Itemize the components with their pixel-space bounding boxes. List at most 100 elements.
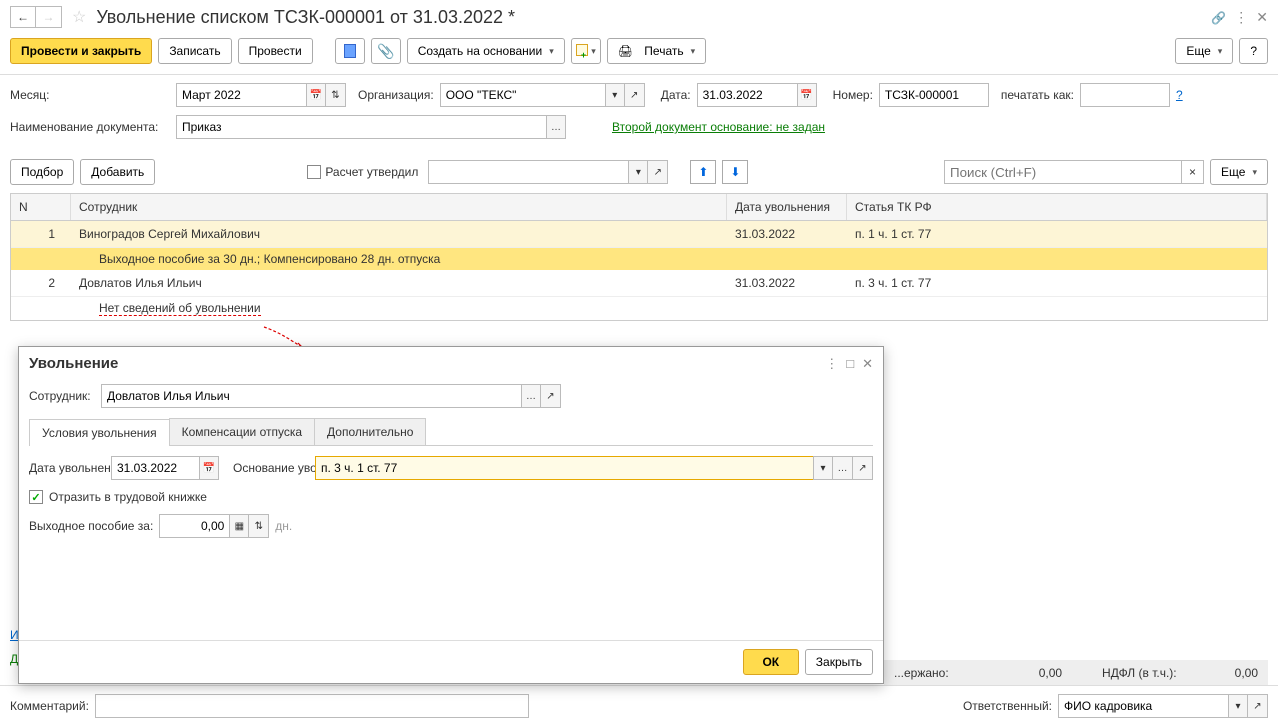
dialog-ok-button[interactable]: ОК	[743, 649, 799, 675]
favorite-star-icon[interactable]: ☆	[72, 7, 86, 27]
doc-name-input[interactable]	[176, 115, 546, 139]
search-clear-icon[interactable]: ×	[1182, 160, 1204, 184]
nav-forward-button[interactable]: →	[36, 6, 62, 28]
help-button[interactable]: ?	[1239, 38, 1268, 64]
month-stepper[interactable]: ⇅	[326, 83, 346, 107]
approver-open-icon[interactable]: ↗	[648, 160, 668, 184]
dialog-footer: ОК Закрыть	[19, 640, 883, 683]
print-button[interactable]: Печать	[607, 38, 706, 64]
dialog-tabs: Условия увольнения Компенсации отпуска Д…	[29, 418, 873, 446]
org-dropdown-icon[interactable]: ▾	[605, 83, 625, 107]
doc-name-picker-icon[interactable]: …	[546, 115, 566, 139]
dialog-close-button[interactable]: Закрыть	[805, 649, 873, 675]
tab-compensations[interactable]: Компенсации отпуска	[169, 418, 315, 445]
select-button[interactable]: Подбор	[10, 159, 74, 185]
save-button[interactable]: Записать	[158, 38, 231, 64]
withheld-label: ...ержано:	[894, 666, 949, 680]
dialog-date-label: Дата увольнения:	[29, 461, 105, 475]
comment-label: Комментарий:	[10, 699, 89, 713]
dialog-close-icon[interactable]: ✕	[862, 356, 873, 372]
calc-approved-checkbox[interactable]	[307, 165, 321, 179]
dialog-basis-picker-icon[interactable]: …	[833, 456, 853, 480]
header-form: Месяц: ⇅ Организация: ▾ ↗ Дата: Номер: п…	[0, 75, 1278, 155]
cell-n: 1	[11, 221, 71, 247]
ndfl-label: НДФЛ (в т.ч.):	[1102, 666, 1177, 680]
add-button[interactable]: Добавить	[80, 159, 155, 185]
cell-employee: Довлатов Илья Ильич	[71, 270, 727, 296]
dialog-emp-input[interactable]	[101, 384, 521, 408]
close-window-icon[interactable]: ✕	[1256, 9, 1268, 26]
month-input[interactable]	[176, 83, 306, 107]
org-label: Организация:	[358, 88, 434, 102]
more-button[interactable]: Еще	[1175, 38, 1233, 64]
cell-employee: Виноградов Сергей Михайлович	[71, 221, 727, 247]
responsible-input[interactable]	[1058, 694, 1228, 718]
kebab-menu-icon[interactable]: ⋮	[1234, 9, 1248, 26]
ndfl-value: 0,00	[1235, 666, 1258, 680]
cell-n: 2	[11, 270, 71, 296]
col-employee[interactable]: Сотрудник	[71, 194, 727, 220]
attachment-icon-button[interactable]: 📎	[371, 38, 401, 64]
second-basis-link[interactable]: Второй документ основание: не задан	[612, 120, 825, 134]
print-as-label: печатать как:	[1001, 88, 1074, 102]
org-input[interactable]	[440, 83, 605, 107]
print-as-input[interactable]	[1080, 83, 1170, 107]
severance-label: Выходное пособие за:	[29, 519, 153, 533]
search-input[interactable]	[944, 160, 1182, 184]
doc-name-label: Наименование документа:	[10, 120, 170, 134]
link-icon[interactable]	[1211, 9, 1226, 25]
table-row[interactable]: 1 Виноградов Сергей Михайлович 31.03.202…	[11, 221, 1267, 248]
nav-back-button[interactable]: ←	[10, 6, 36, 28]
dialog-emp-picker-icon[interactable]: …	[521, 384, 541, 408]
date-calendar-icon[interactable]	[797, 83, 817, 107]
number-label: Номер:	[833, 88, 873, 102]
col-article[interactable]: Статья ТК РФ	[847, 194, 1267, 220]
move-down-button[interactable]: ⬇	[722, 160, 748, 184]
table-row-detail[interactable]: Нет сведений об увольнении	[11, 297, 1267, 320]
approver-dropdown-icon[interactable]: ▾	[628, 160, 648, 184]
comment-input[interactable]	[95, 694, 529, 718]
tab-conditions[interactable]: Условия увольнения	[29, 419, 170, 446]
col-n[interactable]: N	[11, 194, 71, 220]
date-input[interactable]	[697, 83, 797, 107]
create-on-basis-button[interactable]: Создать на основании	[407, 38, 565, 64]
dialog-date-input[interactable]	[111, 456, 199, 480]
document-icon-button[interactable]	[335, 38, 365, 64]
dialog-basis-label: Основание увольнения:	[233, 461, 309, 475]
responsible-dropdown-icon[interactable]: ▾	[1228, 694, 1248, 718]
withheld-value: 0,00	[1039, 666, 1062, 680]
dialog-basis-dropdown-icon[interactable]: ▾	[813, 456, 833, 480]
dialog-date-calendar-icon[interactable]	[199, 456, 219, 480]
footer-bar: Комментарий: Ответственный: ▾ ↗	[0, 685, 1278, 726]
severance-input[interactable]	[159, 514, 229, 538]
dialog-kebab-icon[interactable]: ⋮	[825, 356, 838, 372]
severance-stepper-icon[interactable]: ⇅	[249, 514, 269, 538]
post-and-close-button[interactable]: Провести и закрыть	[10, 38, 152, 64]
move-up-button[interactable]: ⬆	[690, 160, 716, 184]
col-date[interactable]: Дата увольнения	[727, 194, 847, 220]
reflect-workbook-checkbox[interactable]	[29, 490, 43, 504]
table-row[interactable]: 2 Довлатов Илья Ильич 31.03.2022 п. 3 ч.…	[11, 270, 1267, 297]
print-as-help-link[interactable]: ?	[1176, 88, 1183, 102]
org-open-icon[interactable]: ↗	[625, 83, 645, 107]
number-input[interactable]	[879, 83, 989, 107]
dialog-emp-open-icon[interactable]: ↗	[541, 384, 561, 408]
month-calendar-icon[interactable]	[306, 83, 326, 107]
post-button[interactable]: Провести	[238, 38, 313, 64]
dialog-titlebar: Увольнение ⋮ □ ✕	[19, 347, 883, 380]
dialog-basis-input[interactable]	[315, 456, 813, 480]
detail-error-text: Нет сведений об увольнении	[99, 301, 261, 316]
dialog-maximize-icon[interactable]: □	[846, 356, 854, 372]
dismissal-dialog: Увольнение ⋮ □ ✕ Сотрудник: … ↗ Условия …	[18, 346, 884, 684]
table-more-button[interactable]: Еще	[1210, 159, 1268, 185]
calc-approved-label: Расчет утвердил	[325, 165, 418, 179]
tab-additional[interactable]: Дополнительно	[314, 418, 426, 445]
dialog-emp-label: Сотрудник:	[29, 389, 95, 403]
table-row-detail[interactable]: Выходное пособие за 30 дн.; Компенсирова…	[11, 248, 1267, 270]
severance-unit: дн.	[275, 519, 292, 533]
dialog-basis-open-icon[interactable]: ↗	[853, 456, 873, 480]
severance-calc-icon[interactable]: ▦	[229, 514, 249, 538]
calc-approver-input[interactable]	[428, 160, 628, 184]
copy-plus-button[interactable]	[571, 38, 601, 64]
responsible-open-icon[interactable]: ↗	[1248, 694, 1268, 718]
